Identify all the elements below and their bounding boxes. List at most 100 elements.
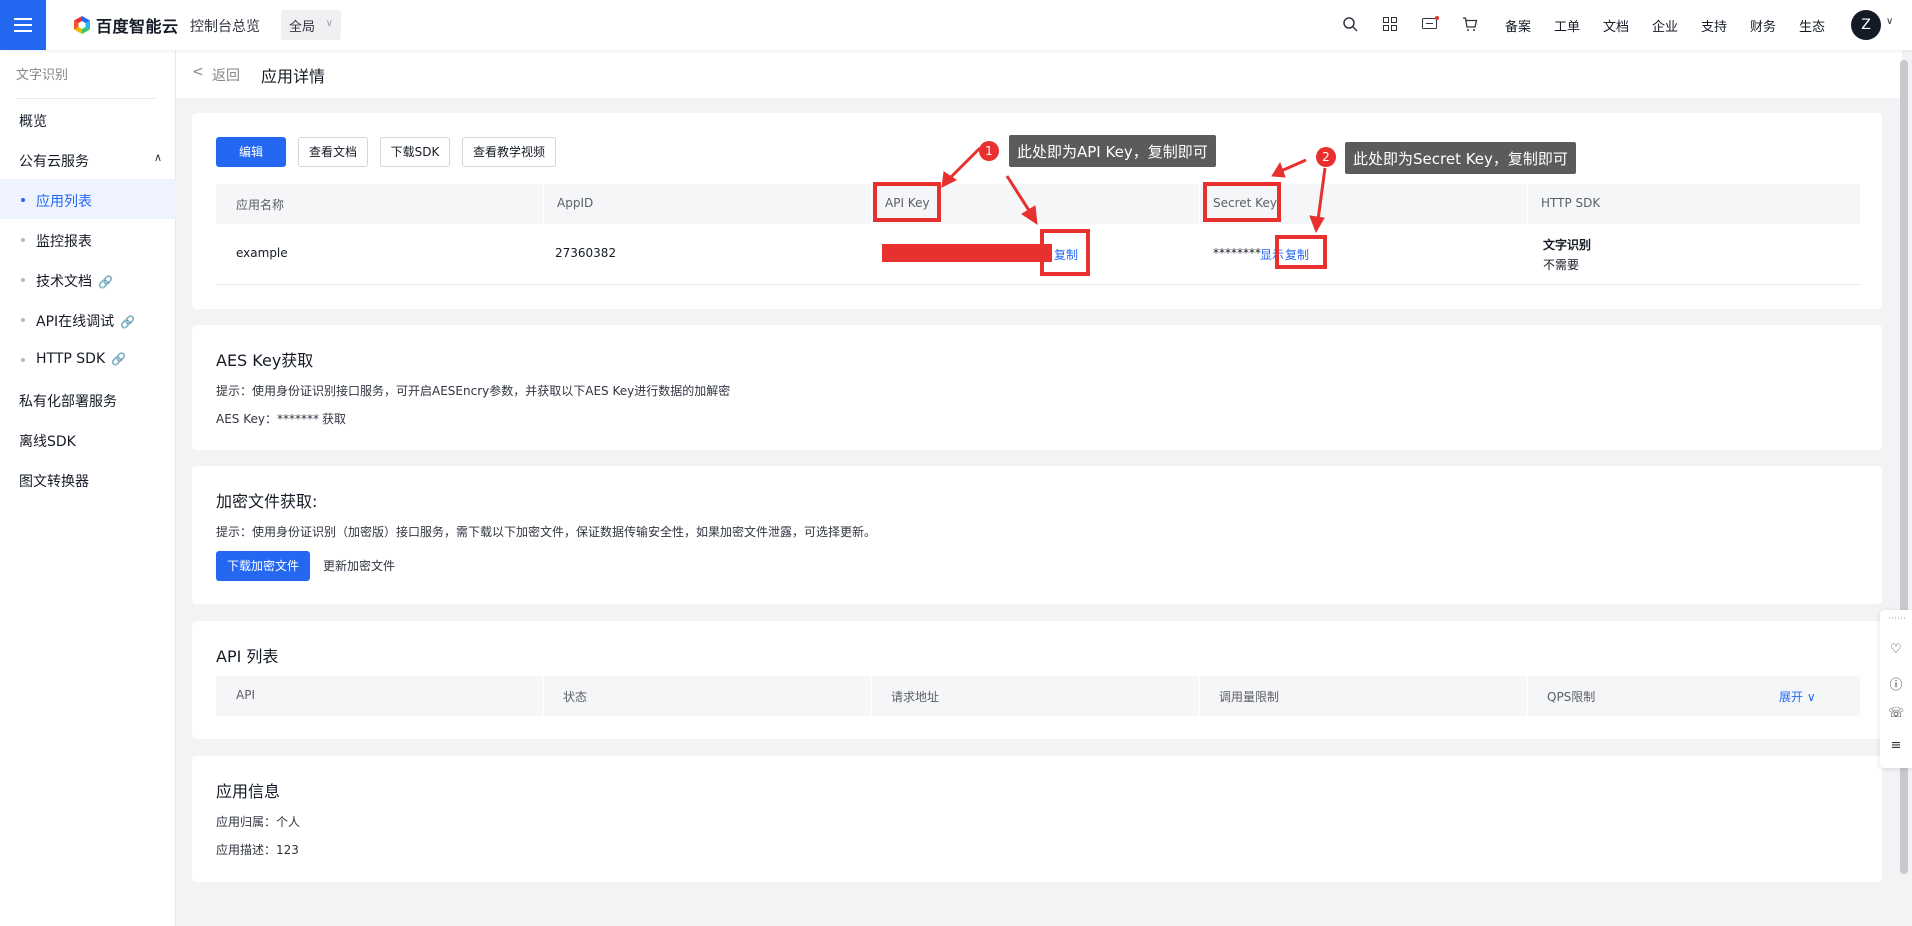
avatar[interactable]: Z xyxy=(1851,10,1881,40)
search-icon[interactable] xyxy=(1340,14,1360,34)
app-table-header: 应用名称 AppID API Key Secret Key HTTP SDK xyxy=(216,184,1860,224)
help-icon[interactable]: ⓘ xyxy=(1888,674,1904,693)
drag-handle-icon[interactable]: ⋯⋯ xyxy=(1888,614,1906,630)
region-value: 全局 xyxy=(289,20,316,35)
sidebar-item-api-debug[interactable]: API在线调试 🔗 xyxy=(0,299,176,339)
annotation-badge-2: 2 xyxy=(1316,147,1336,167)
divider xyxy=(543,676,544,716)
nav-link-filing[interactable]: 备案 xyxy=(1505,16,1554,35)
external-link-icon: 🔗 xyxy=(98,275,113,289)
sidebar-item-label: 监控报表 xyxy=(36,234,92,250)
sidebar-item-label: 离线SDK xyxy=(19,434,76,450)
phone-icon[interactable]: ☏ xyxy=(1888,706,1904,722)
api-table-header: API 状态 请求地址 调用量限制 QPS限制 展开 ∨ xyxy=(216,676,1860,716)
appid-cell: 27360382 xyxy=(555,246,617,260)
sidebar: 文字识别 概览 公有云服务 ∧ 应用列表 监控报表 技术文档 🔗 API在线调试 🔗 … xyxy=(0,50,176,926)
tutorial-video-button[interactable]: 查看教学视频 xyxy=(462,137,556,167)
app-info-card: 应用信息 应用归属：个人 应用描述：123 xyxy=(192,756,1882,882)
divider xyxy=(1527,184,1528,224)
sidebar-item-overview[interactable]: 概览 xyxy=(0,99,176,139)
external-link-icon: 🔗 xyxy=(111,352,127,366)
sdk-need: 不需要 xyxy=(1543,258,1580,272)
chevron-down-icon: ∨ xyxy=(325,18,333,29)
section-title: AES Key获取 xyxy=(216,351,314,370)
secret-key-header-highlight xyxy=(1203,182,1281,222)
chevron-down-icon: ∨ xyxy=(1806,690,1816,704)
hamburger-icon xyxy=(14,18,32,32)
secret-copy-highlight xyxy=(1275,235,1327,269)
chevron-up-icon: ∧ xyxy=(153,151,162,164)
sidebar-item-public-cloud[interactable]: 公有云服务 ∧ xyxy=(0,139,176,179)
redacted-api-key xyxy=(882,244,1052,262)
hint-text: 提示：使用身份证识别接口服务，可开启AESEncry参数，并获取以下AES Ke… xyxy=(216,384,731,398)
column-header: AppID xyxy=(557,196,594,210)
nav-link-docs[interactable]: 文档 xyxy=(1603,16,1652,35)
divider xyxy=(1199,676,1200,716)
sidebar-item-label: 技术文档 xyxy=(36,274,92,290)
column-header: HTTP SDK xyxy=(1541,196,1601,210)
hint-text: 提示：使用身份证识别（加密版）接口服务，需下载以下加密文件，保证数据传输安全性，… xyxy=(216,525,877,539)
messages-icon[interactable] xyxy=(1420,14,1440,34)
divider xyxy=(871,184,872,224)
section-title: 应用信息 xyxy=(216,782,281,801)
sidebar-title: 文字识别 xyxy=(16,68,69,83)
encrypt-file-card: 加密文件获取: 提示：使用身份证识别（加密版）接口服务，需下载以下加密文件，保证… xyxy=(192,466,1882,604)
nav-link-support[interactable]: 支持 xyxy=(1701,16,1750,35)
divider xyxy=(216,284,1860,285)
page-title: 应用详情 xyxy=(261,67,326,86)
sidebar-item-app-list[interactable]: 应用列表 xyxy=(0,179,176,219)
region-select[interactable]: 全局 ∨ xyxy=(281,10,341,40)
column-header: API xyxy=(236,688,255,702)
download-sdk-button[interactable]: 下载SDK xyxy=(380,137,450,167)
expand-label: 展开 xyxy=(1779,690,1804,704)
download-encrypt-file-button[interactable]: 下载加密文件 xyxy=(216,551,310,581)
column-header: 调用量限制 xyxy=(1219,690,1280,704)
edit-button[interactable]: 编辑 xyxy=(216,137,286,167)
aes-key-card: AES Key获取 提示：使用身份证识别接口服务，可开启AESEncry参数，并… xyxy=(192,325,1882,450)
heart-icon[interactable]: ♡ xyxy=(1888,642,1904,658)
cart-icon[interactable] xyxy=(1460,14,1480,34)
external-link-icon: 🔗 xyxy=(120,315,136,329)
update-encrypt-file-link[interactable]: 更新加密文件 xyxy=(323,557,395,574)
brand-logo[interactable]: 百度智能云 xyxy=(72,13,179,37)
expand-link[interactable]: 展开 ∨ xyxy=(1779,688,1816,705)
products-grid-icon[interactable] xyxy=(1380,14,1400,34)
app-owner: 应用归属：个人 xyxy=(216,815,301,829)
divider xyxy=(1199,184,1200,224)
sidebar-item-offline-sdk[interactable]: 离线SDK xyxy=(0,419,176,459)
section-title: 加密文件获取: xyxy=(216,492,318,511)
chevron-left-icon[interactable]: < xyxy=(192,64,204,80)
sidebar-item-monitoring[interactable]: 监控报表 xyxy=(0,219,176,259)
sidebar-item-label: 应用列表 xyxy=(36,194,92,210)
view-docs-button[interactable]: 查看文档 xyxy=(298,137,368,167)
column-header: 状态 xyxy=(563,690,588,704)
sidebar-item-label: API在线调试 xyxy=(36,314,115,330)
back-link[interactable]: 返回 xyxy=(212,65,240,85)
column-header: 应用名称 xyxy=(236,198,285,212)
nav-link-ticket[interactable]: 工单 xyxy=(1554,16,1603,35)
console-overview-link[interactable]: 控制台总览 xyxy=(190,16,260,36)
chevron-down-icon[interactable]: ∨ xyxy=(1886,16,1893,27)
api-list-card: API 列表 API 状态 请求地址 调用量限制 QPS限制 展开 ∨ xyxy=(192,621,1882,739)
brand-mark-icon xyxy=(74,16,90,34)
column-header: 请求地址 xyxy=(891,690,940,704)
bullet-dot xyxy=(21,278,25,282)
breadcrumb: < 返回 应用详情 xyxy=(176,50,1902,98)
sidebar-item-private-deploy[interactable]: 私有化部署服务 xyxy=(0,379,176,419)
nav-link-ecosystem[interactable]: 生态 xyxy=(1799,16,1848,35)
list-icon[interactable]: ≡ xyxy=(1888,738,1904,754)
sdk-name: 文字识别 xyxy=(1543,238,1592,252)
sidebar-item-label: 图文转换器 xyxy=(19,474,89,490)
sidebar-item-image-converter[interactable]: 图文转换器 xyxy=(0,459,176,499)
api-key-header-highlight xyxy=(873,182,941,222)
nav-link-finance[interactable]: 财务 xyxy=(1750,16,1799,35)
sidebar-item-http-sdk[interactable]: HTTP SDK 🔗 xyxy=(0,339,176,379)
menu-button[interactable] xyxy=(0,0,46,50)
nav-link-enterprise[interactable]: 企业 xyxy=(1652,16,1701,35)
api-copy-highlight xyxy=(1040,229,1090,276)
get-aes-key-link[interactable]: 获取 xyxy=(322,410,346,427)
sidebar-item-tech-docs[interactable]: 技术文档 🔗 xyxy=(0,259,176,299)
sidebar-item-label: HTTP SDK xyxy=(36,351,106,367)
app-name-cell: example xyxy=(236,246,288,260)
brand-name: 百度智能云 xyxy=(96,17,179,36)
